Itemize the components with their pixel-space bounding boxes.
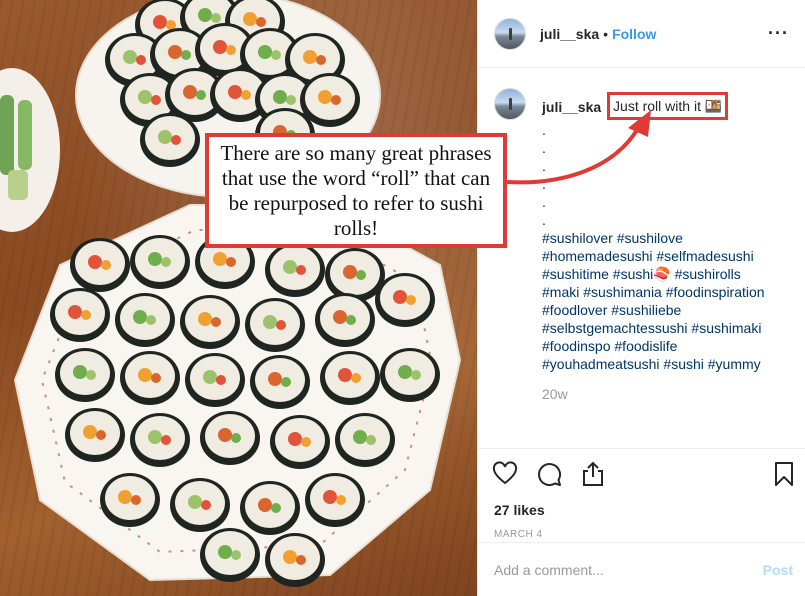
sushi-roll (55, 348, 115, 402)
sushi-roll (120, 351, 180, 405)
sushi-roll (140, 113, 200, 167)
sushi-roll (320, 351, 380, 405)
sushi-roll (130, 413, 190, 467)
annotation-text: There are so many great phrases that use… (220, 140, 492, 240)
post-caption: juli__ska Just roll with it 🍱 . . . . . … (494, 88, 795, 403)
sushi-roll (240, 481, 300, 535)
caption-dots: . . . . . . (542, 121, 765, 229)
post-comment-button[interactable]: Post (763, 562, 793, 578)
annotation-callout: There are so many great phrases that use… (205, 133, 507, 248)
sushi-roll (185, 353, 245, 407)
likes-count[interactable]: 27 likes (494, 502, 545, 518)
caption-dot: . (542, 122, 546, 138)
comment-bar: Post (478, 542, 805, 596)
hashtag-line[interactable]: #selbstgemachtessushi #sushimaki (542, 319, 765, 337)
sushi-roll (375, 273, 435, 327)
sushi-roll (65, 408, 125, 462)
sushi-roll (180, 295, 240, 349)
caption-username[interactable]: juli__ska (542, 99, 601, 115)
comment-input[interactable] (494, 562, 763, 578)
post-header: juli__ska • Follow ··· (478, 0, 805, 68)
heart-icon[interactable] (492, 461, 518, 487)
sushi-roll (270, 415, 330, 469)
share-icon[interactable] (580, 461, 606, 487)
post-actions: 27 likes MARCH 4 Post (478, 448, 805, 596)
sushi-roll (130, 235, 190, 289)
hashtag-line[interactable]: #sushilover #sushilove (542, 229, 765, 247)
post-photo[interactable] (0, 0, 477, 596)
more-options-icon[interactable]: ··· (768, 23, 789, 44)
sushi-roll (200, 411, 260, 465)
hashtag-list: #sushilover #sushilove #homemadesushi #s… (542, 229, 765, 373)
bookmark-icon[interactable] (771, 461, 797, 487)
sushi-roll (115, 293, 175, 347)
sushi-roll (245, 298, 305, 352)
post-time-ago[interactable]: 20w (542, 385, 765, 403)
sushi-roll (315, 293, 375, 347)
caption-dot: . (542, 140, 546, 156)
sushi-roll (380, 348, 440, 402)
caption-dot: . (542, 176, 546, 192)
sushi-roll (200, 528, 260, 582)
avatar[interactable] (494, 17, 526, 50)
hashtag-line[interactable]: #homemadesushi #selfmadesushi (542, 247, 765, 265)
username-link[interactable]: juli__ska (540, 26, 599, 42)
caption-dot: . (542, 212, 546, 228)
caption-text-highlighted: Just roll with it 🍱 (607, 92, 729, 120)
sushi-roll (305, 473, 365, 527)
hashtag-line[interactable]: #foodinspo #foodislife (542, 337, 765, 355)
post-details-panel: juli__ska • Follow ··· juli__ska Just ro… (477, 0, 805, 596)
follow-button[interactable]: Follow (612, 26, 656, 42)
caption-dot: . (542, 158, 546, 174)
sushi-plates-illustration (0, 0, 462, 587)
post-date: MARCH 4 (494, 529, 543, 540)
sushi-roll (265, 533, 325, 587)
separator-dot: • (603, 25, 609, 42)
sushi-roll (50, 288, 110, 342)
sushi-roll (100, 473, 160, 527)
hashtag-line[interactable]: #sushitime #sushi🍣 #sushirolls (542, 265, 765, 283)
sushi-roll (170, 478, 230, 532)
sushi-roll (265, 243, 325, 297)
hashtag-line[interactable]: #youhadmeatsushi #sushi #yummy (542, 355, 765, 373)
hashtag-line[interactable]: #foodlover #sushiliebe (542, 301, 765, 319)
sushi-roll (250, 355, 310, 409)
sushi-roll (70, 238, 130, 292)
comment-icon[interactable] (536, 461, 562, 487)
caption-dot: . (542, 194, 546, 210)
sushi-roll (335, 413, 395, 467)
caption-avatar[interactable] (494, 88, 526, 120)
hashtag-line[interactable]: #maki #sushimania #foodinspiration (542, 283, 765, 301)
